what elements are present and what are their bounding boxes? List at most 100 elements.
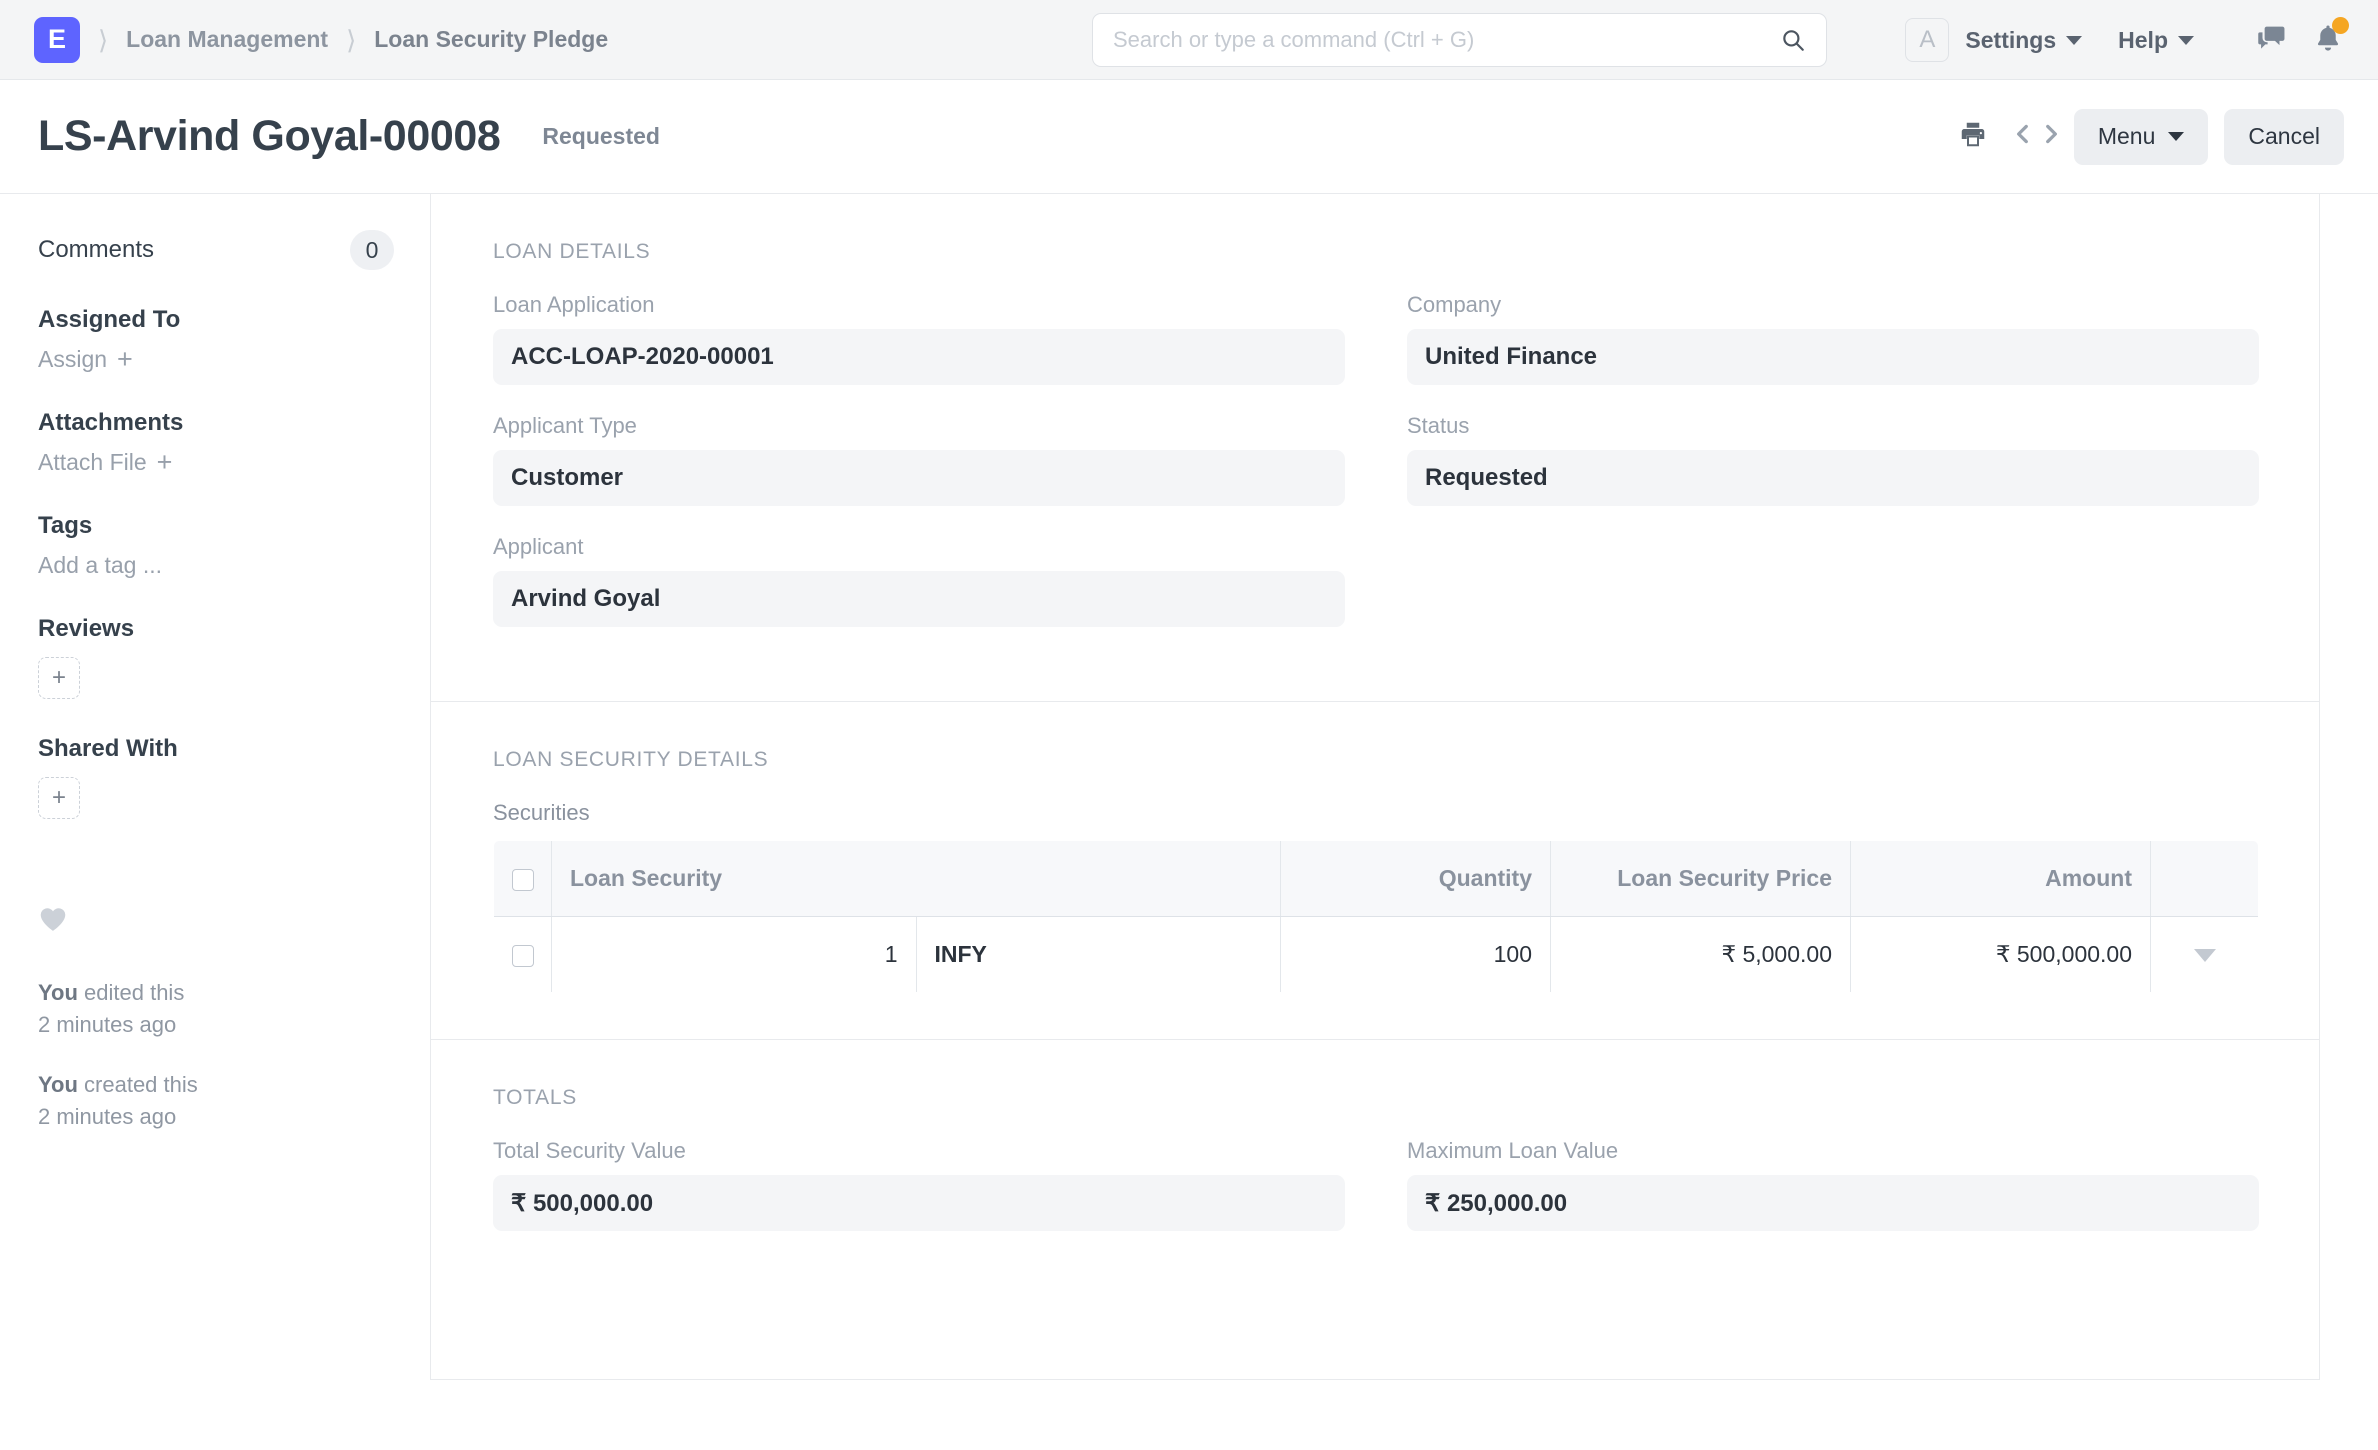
applicant-type-value[interactable]: Customer bbox=[493, 450, 1345, 506]
select-all-cell[interactable] bbox=[494, 841, 552, 917]
assign-button[interactable]: Assign + bbox=[38, 346, 133, 373]
sidebar-assigned-to: Assigned To Assign + bbox=[38, 306, 394, 373]
breadcrumb-separator-1: ⟩ bbox=[98, 24, 109, 55]
maximum-loan-value-label: Maximum Loan Value bbox=[1407, 1138, 1619, 1163]
cell-amount[interactable]: ₹ 500,000.00 bbox=[1850, 916, 2151, 992]
shared-with-label: Shared With bbox=[38, 735, 178, 762]
section-title-loan-security-details: LOAN SECURITY DETAILS bbox=[493, 748, 769, 771]
search-icon[interactable] bbox=[1780, 27, 1806, 53]
audit-actor: You bbox=[38, 1071, 78, 1097]
sidebar-comments[interactable]: Comments 0 bbox=[38, 230, 394, 270]
breadcrumb-loan-management[interactable]: Loan Management bbox=[126, 26, 328, 53]
cell-loan-security[interactable]: INFY bbox=[916, 916, 1281, 992]
field-company: Company United Finance bbox=[1407, 292, 2259, 385]
chevron-left-icon[interactable] bbox=[2010, 119, 2036, 154]
navbar: E ⟩ Loan Management ⟩ Loan Security Pled… bbox=[0, 0, 2378, 80]
field-applicant: Applicant Arvind Goyal bbox=[493, 534, 1345, 627]
chevron-down-icon[interactable] bbox=[2193, 949, 2216, 962]
notification-badge-dot bbox=[2332, 16, 2349, 34]
menu-button[interactable]: Menu bbox=[2073, 108, 2209, 165]
chevron-down-icon bbox=[2178, 35, 2194, 45]
tags-label: Tags bbox=[38, 512, 93, 539]
column-amount[interactable]: Amount bbox=[1850, 841, 2151, 917]
breadcrumb-loan-security-pledge[interactable]: Loan Security Pledge bbox=[374, 26, 608, 53]
navbar-right: A Settings Help bbox=[1905, 0, 2349, 80]
reviews-label: Reviews bbox=[38, 615, 135, 642]
row-index: 1 bbox=[551, 916, 917, 992]
applicant-label: Applicant bbox=[493, 534, 584, 559]
sidebar-shared-with: Shared With + bbox=[38, 735, 394, 819]
audit-created: You created this 2 minutes ago bbox=[38, 1069, 394, 1133]
row-select-cell[interactable] bbox=[494, 916, 552, 992]
audit-actor: You bbox=[38, 980, 78, 1005]
search-input[interactable] bbox=[1113, 27, 1780, 53]
table-header-row: Loan Security Quantity Loan Security Pri… bbox=[494, 841, 2258, 917]
company-value[interactable]: United Finance bbox=[1407, 329, 2259, 385]
total-security-value-label: Total Security Value bbox=[493, 1138, 686, 1163]
row-expand-cell[interactable] bbox=[2150, 916, 2258, 992]
applicant-type-label: Applicant Type bbox=[493, 413, 637, 438]
form-card: LOAN DETAILS Loan Application ACC-LOAP-2… bbox=[430, 194, 2320, 1380]
section-totals: TOTALS Total Security Value ₹ 500,000.00… bbox=[431, 1039, 2319, 1379]
cancel-button[interactable]: Cancel bbox=[2224, 108, 2344, 165]
field-status: Status Requested bbox=[1407, 413, 2259, 506]
like-heart-icon[interactable] bbox=[38, 905, 394, 937]
section-loan-security-details: LOAN SECURITY DETAILS Securities Loan Se… bbox=[431, 701, 2319, 1039]
audit-action: created this bbox=[77, 1071, 198, 1097]
field-total-security-value: Total Security Value ₹ 500,000.00 bbox=[493, 1138, 1345, 1231]
add-review-button[interactable]: + bbox=[38, 657, 80, 699]
settings-menu[interactable]: Settings bbox=[1965, 27, 2083, 54]
section-title-totals: TOTALS bbox=[493, 1086, 577, 1109]
plus-icon: + bbox=[117, 344, 133, 374]
status-label: Status bbox=[1407, 413, 1470, 438]
global-search[interactable] bbox=[1092, 13, 1827, 67]
add-share-button[interactable]: + bbox=[38, 777, 80, 819]
add-tag-input[interactable]: Add a tag ... bbox=[38, 552, 162, 579]
securities-label: Securities bbox=[493, 800, 590, 825]
applicant-value[interactable]: Arvind Goyal bbox=[493, 571, 1345, 627]
page-actions: Menu Cancel bbox=[1958, 80, 2344, 193]
maximum-loan-value-value[interactable]: ₹ 250,000.00 bbox=[1407, 1175, 2259, 1231]
help-menu[interactable]: Help bbox=[2118, 27, 2194, 54]
chevron-down-icon bbox=[2066, 35, 2083, 45]
sidebar-attachments: Attachments Attach File + bbox=[38, 409, 394, 476]
chat-button[interactable] bbox=[2254, 21, 2288, 60]
field-loan-application: Loan Application ACC-LOAP-2020-00001 bbox=[493, 292, 1345, 385]
total-security-value-value[interactable]: ₹ 500,000.00 bbox=[493, 1175, 1345, 1231]
notifications-button[interactable] bbox=[2312, 16, 2349, 60]
field-applicant-type: Applicant Type Customer bbox=[493, 413, 1345, 506]
print-button[interactable] bbox=[1958, 119, 1988, 154]
audit-edited: You edited this 2 minutes ago bbox=[38, 977, 394, 1041]
section-title-loan-details: LOAN DETAILS bbox=[493, 240, 651, 263]
column-loan-security-price[interactable]: Loan Security Price bbox=[1550, 841, 1851, 917]
section-loan-details: LOAN DETAILS Loan Application ACC-LOAP-2… bbox=[431, 194, 2319, 701]
column-actions bbox=[2150, 841, 2258, 917]
sidebar: Comments 0 Assigned To Assign + Attachme… bbox=[0, 194, 430, 1161]
breadcrumb-separator-2: ⟩ bbox=[346, 24, 357, 55]
chevron-right-icon[interactable] bbox=[2038, 119, 2064, 154]
loan-application-value[interactable]: ACC-LOAP-2020-00001 bbox=[493, 329, 1345, 385]
status-value[interactable]: Requested bbox=[1407, 450, 2259, 506]
loan-application-label: Loan Application bbox=[493, 292, 655, 317]
select-all-checkbox[interactable] bbox=[511, 868, 534, 891]
table-row[interactable]: 1 INFY 100 ₹ 5,000.00 ₹ 500,000.00 bbox=[494, 916, 2258, 992]
securities-table: Loan Security Quantity Loan Security Pri… bbox=[493, 840, 2259, 993]
assigned-to-label: Assigned To bbox=[38, 306, 181, 333]
sidebar-tags: Tags Add a tag ... bbox=[38, 512, 394, 579]
help-label: Help bbox=[2118, 26, 2168, 53]
company-label: Company bbox=[1407, 292, 1502, 317]
row-checkbox[interactable] bbox=[511, 944, 534, 967]
avatar[interactable]: A bbox=[1905, 18, 1950, 62]
attachments-label: Attachments bbox=[38, 409, 184, 436]
column-loan-security[interactable]: Loan Security bbox=[551, 841, 1281, 917]
attach-file-button[interactable]: Attach File + bbox=[38, 449, 172, 476]
page-title: LS-Arvind Goyal-00008 bbox=[38, 112, 501, 160]
plus-icon: + bbox=[156, 447, 173, 477]
audit-time: 2 minutes ago bbox=[38, 1103, 177, 1129]
cell-quantity[interactable]: 100 bbox=[1280, 916, 1551, 992]
column-quantity[interactable]: Quantity bbox=[1280, 841, 1551, 917]
app-logo[interactable]: E bbox=[34, 16, 80, 63]
record-navigation bbox=[2010, 119, 2064, 154]
cell-loan-security-price[interactable]: ₹ 5,000.00 bbox=[1550, 916, 1851, 992]
attach-file-label: Attach File bbox=[38, 449, 147, 475]
